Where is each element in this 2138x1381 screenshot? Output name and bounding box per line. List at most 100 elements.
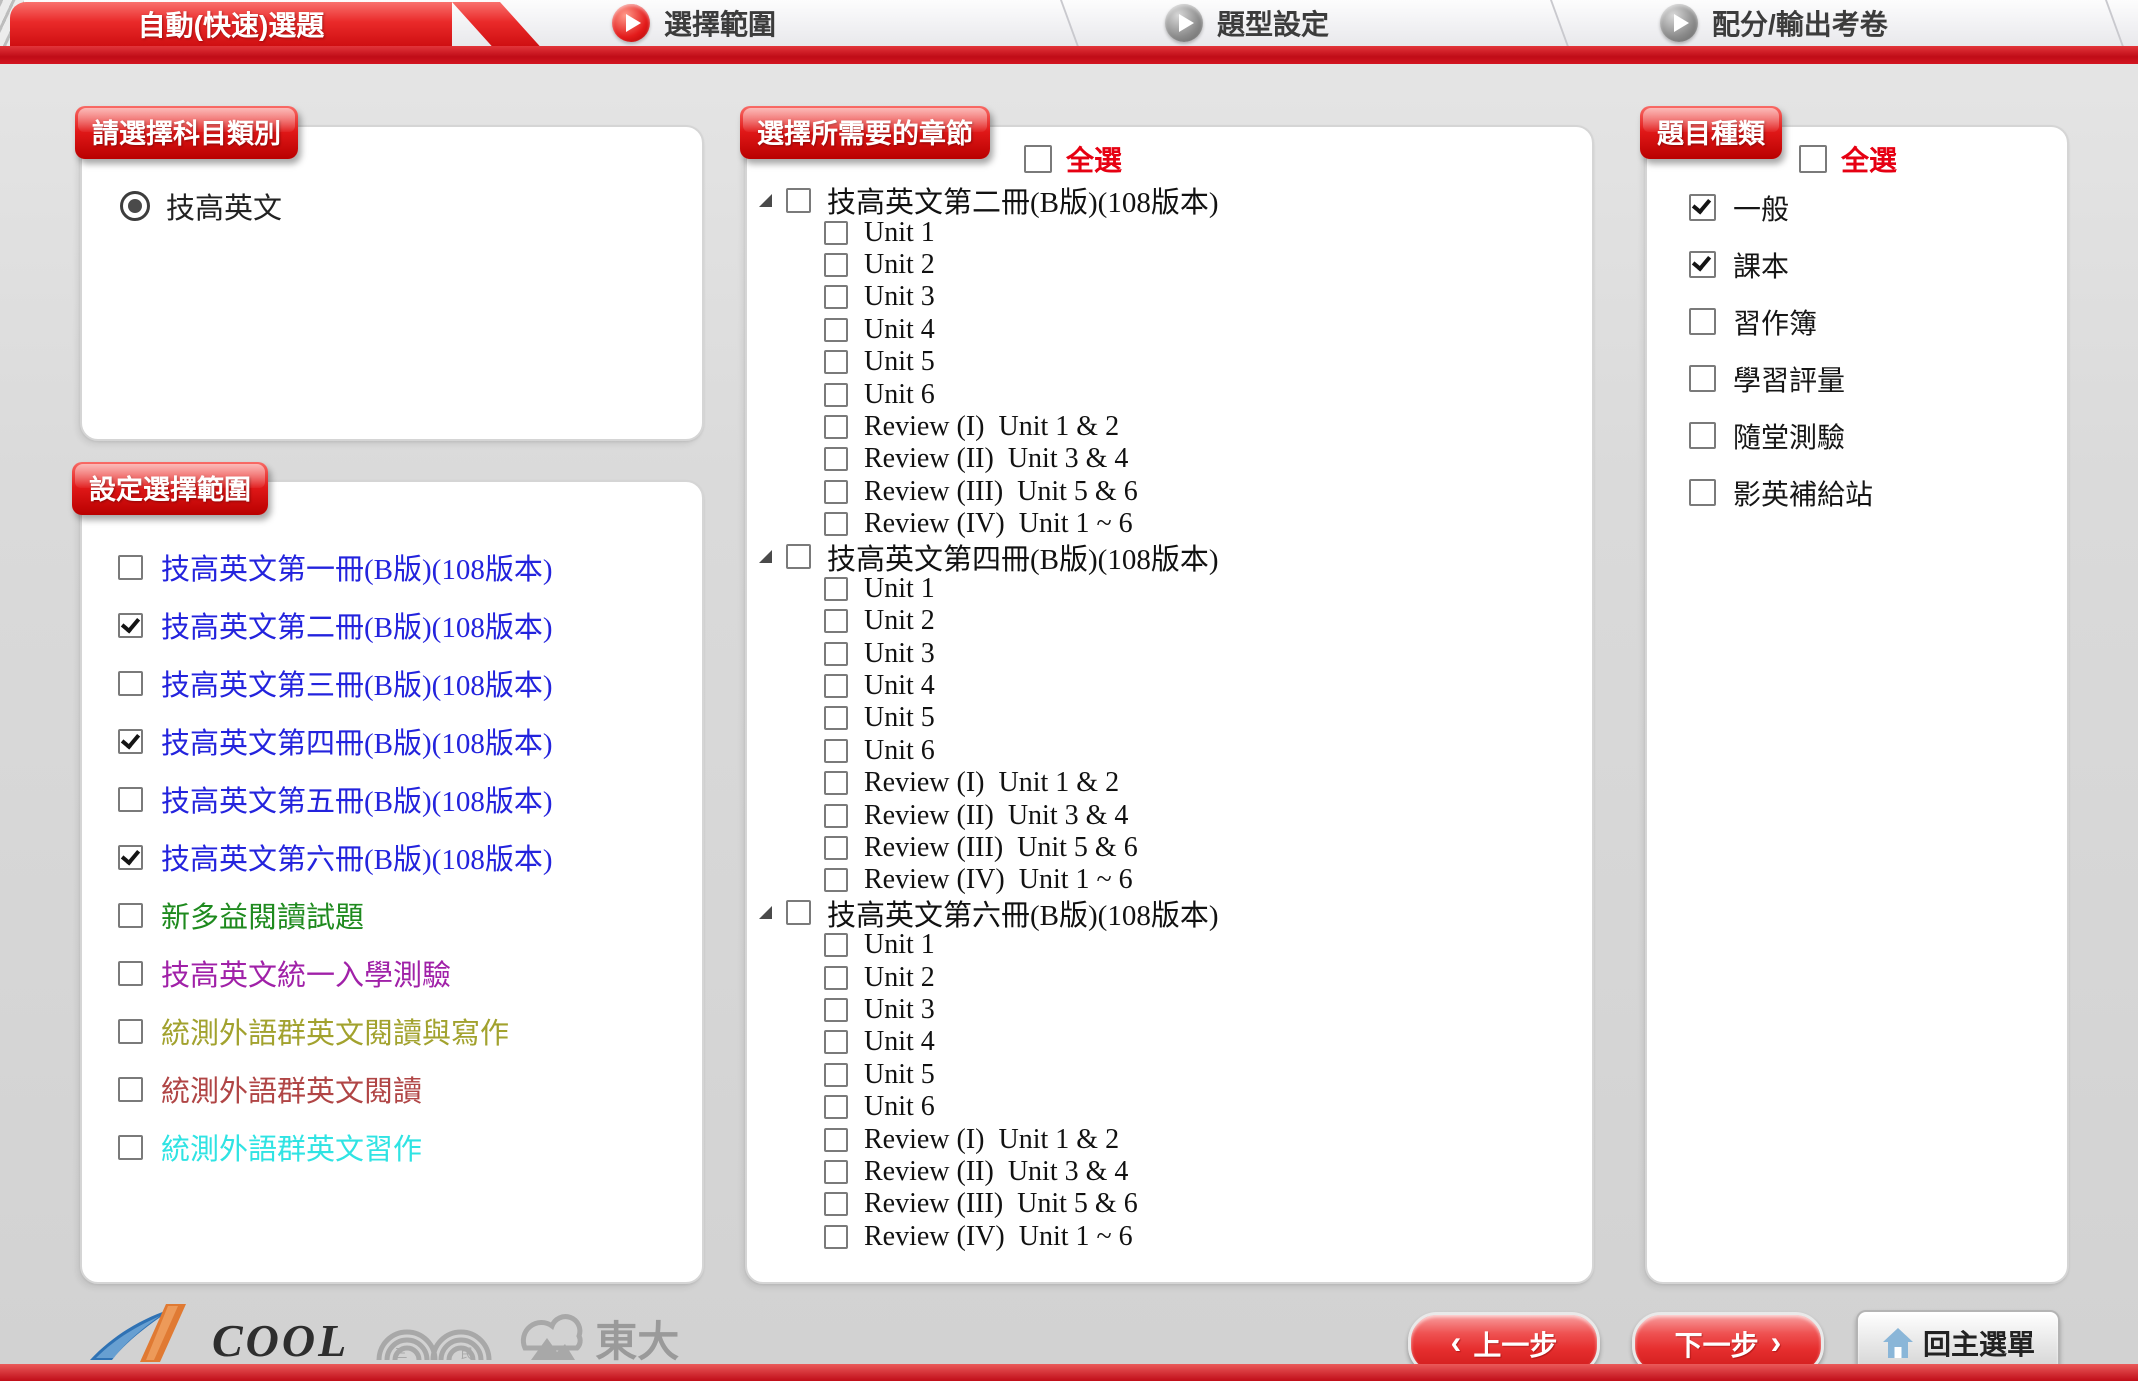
checkbox[interactable] bbox=[824, 577, 848, 601]
checkbox[interactable] bbox=[824, 674, 848, 698]
checkbox[interactable] bbox=[118, 1135, 143, 1160]
type-item[interactable]: 影英補給站 bbox=[1689, 464, 2053, 521]
checkbox[interactable] bbox=[118, 961, 143, 986]
tree-chapter-row[interactable]: Review (II) Unit 3 & 4 bbox=[747, 443, 1578, 475]
tree-chapter-row[interactable]: Unit 2 bbox=[747, 249, 1578, 281]
checkbox[interactable] bbox=[824, 739, 848, 763]
scope-item[interactable]: 統測外語群英文閱讀 bbox=[118, 1060, 682, 1118]
subject-option[interactable]: 技高英文 bbox=[120, 185, 282, 227]
expand-triangle-icon[interactable] bbox=[759, 550, 772, 563]
checkbox[interactable] bbox=[118, 903, 143, 928]
tree-chapter-row[interactable]: Review (II) Unit 3 & 4 bbox=[747, 1156, 1578, 1188]
checkbox[interactable] bbox=[824, 350, 848, 374]
tree-chapter-row[interactable]: Unit 1 bbox=[747, 929, 1578, 961]
tree-chapter-row[interactable]: Unit 3 bbox=[747, 637, 1578, 669]
checkbox[interactable] bbox=[824, 1063, 848, 1087]
checkbox[interactable] bbox=[824, 836, 848, 860]
scope-item[interactable]: 新多益閱讀試題 bbox=[118, 886, 682, 944]
tab-question-type-setting[interactable]: 題型設定 bbox=[1165, 0, 1329, 46]
tree-chapter-row[interactable]: Unit 4 bbox=[747, 1026, 1578, 1058]
checkbox[interactable] bbox=[824, 383, 848, 407]
tree-chapter-row[interactable]: Unit 6 bbox=[747, 1091, 1578, 1123]
checkbox[interactable] bbox=[824, 1160, 848, 1184]
checkbox[interactable] bbox=[824, 1030, 848, 1054]
type-item[interactable]: 一般 bbox=[1689, 179, 2053, 236]
tree-chapter-row[interactable]: Review (III) Unit 5 & 6 bbox=[747, 1188, 1578, 1220]
tree-chapter-row[interactable]: Unit 1 bbox=[747, 216, 1578, 248]
checkbox[interactable] bbox=[118, 1019, 143, 1044]
tree-chapter-row[interactable]: Review (I) Unit 1 & 2 bbox=[747, 411, 1578, 443]
type-select-all[interactable]: 全選 bbox=[1799, 139, 1897, 179]
checkbox[interactable] bbox=[824, 1128, 848, 1152]
tree-book-row[interactable]: 技高英文第四冊(B版)(108版本) bbox=[747, 540, 1578, 572]
radio-button[interactable] bbox=[120, 191, 150, 221]
checkbox[interactable] bbox=[1689, 194, 1716, 221]
tree-chapter-row[interactable]: Unit 2 bbox=[747, 605, 1578, 637]
type-item[interactable]: 習作簿 bbox=[1689, 293, 2053, 350]
checkbox[interactable] bbox=[118, 729, 143, 754]
type-item[interactable]: 隨堂測驗 bbox=[1689, 407, 2053, 464]
tree-chapter-row[interactable]: Review (IV) Unit 1 ~ 6 bbox=[747, 1221, 1578, 1253]
tree-chapter-row[interactable]: Unit 1 bbox=[747, 573, 1578, 605]
checkbox[interactable] bbox=[118, 1077, 143, 1102]
checkbox[interactable] bbox=[1689, 365, 1716, 392]
checkbox[interactable] bbox=[1689, 308, 1716, 335]
chapter-select-all[interactable]: 全選 bbox=[1024, 139, 1122, 179]
checkbox[interactable] bbox=[824, 998, 848, 1022]
checkbox[interactable] bbox=[824, 285, 848, 309]
tab-auto-quick-select[interactable]: 自動(快速)選題 bbox=[10, 2, 452, 46]
tree-chapter-row[interactable]: Unit 5 bbox=[747, 1059, 1578, 1091]
tree-chapter-row[interactable]: Review (I) Unit 1 & 2 bbox=[747, 767, 1578, 799]
scope-item[interactable]: 技高英文第二冊(B版)(108版本) bbox=[118, 596, 682, 654]
checkbox[interactable] bbox=[824, 771, 848, 795]
checkbox[interactable] bbox=[786, 544, 811, 569]
scope-item[interactable]: 技高英文第一冊(B版)(108版本) bbox=[118, 538, 682, 596]
checkbox[interactable] bbox=[1024, 145, 1052, 173]
checkbox[interactable] bbox=[824, 1225, 848, 1249]
tab-select-scope[interactable]: 選擇範圍 bbox=[612, 0, 776, 46]
checkbox[interactable] bbox=[1689, 479, 1716, 506]
checkbox[interactable] bbox=[824, 706, 848, 730]
tree-chapter-row[interactable]: Unit 2 bbox=[747, 961, 1578, 993]
type-item[interactable]: 課本 bbox=[1689, 236, 2053, 293]
checkbox[interactable] bbox=[118, 671, 143, 696]
checkbox[interactable] bbox=[824, 804, 848, 828]
checkbox[interactable] bbox=[824, 253, 848, 277]
tree-chapter-row[interactable]: Unit 4 bbox=[747, 314, 1578, 346]
tree-chapter-row[interactable]: Review (III) Unit 5 & 6 bbox=[747, 832, 1578, 864]
checkbox[interactable] bbox=[1689, 422, 1716, 449]
checkbox[interactable] bbox=[118, 787, 143, 812]
tree-chapter-row[interactable]: Unit 5 bbox=[747, 346, 1578, 378]
checkbox[interactable] bbox=[824, 966, 848, 990]
expand-triangle-icon[interactable] bbox=[759, 906, 772, 919]
checkbox[interactable] bbox=[1799, 145, 1827, 173]
tree-chapter-row[interactable]: Review (I) Unit 1 & 2 bbox=[747, 1123, 1578, 1155]
scope-item[interactable]: 統測外語群英文閱讀與寫作 bbox=[118, 1002, 682, 1060]
checkbox[interactable] bbox=[824, 221, 848, 245]
checkbox[interactable] bbox=[824, 415, 848, 439]
scope-item[interactable]: 技高英文第四冊(B版)(108版本) bbox=[118, 712, 682, 770]
checkbox[interactable] bbox=[824, 512, 848, 536]
checkbox[interactable] bbox=[824, 933, 848, 957]
type-item[interactable]: 學習評量 bbox=[1689, 350, 2053, 407]
scope-item[interactable]: 技高英文第五冊(B版)(108版本) bbox=[118, 770, 682, 828]
scope-item[interactable]: 技高英文統一入學測驗 bbox=[118, 944, 682, 1002]
checkbox[interactable] bbox=[118, 613, 143, 638]
tree-chapter-row[interactable]: Review (III) Unit 5 & 6 bbox=[747, 476, 1578, 508]
tree-chapter-row[interactable]: Unit 4 bbox=[747, 670, 1578, 702]
tab-score-output[interactable]: 配分/輸出考卷 bbox=[1660, 0, 1888, 46]
scope-item[interactable]: 統測外語群英文習作 bbox=[118, 1118, 682, 1176]
checkbox[interactable] bbox=[824, 1095, 848, 1119]
tree-chapter-row[interactable]: Unit 5 bbox=[747, 702, 1578, 734]
checkbox[interactable] bbox=[118, 555, 143, 580]
checkbox[interactable] bbox=[824, 868, 848, 892]
tree-chapter-row[interactable]: Unit 3 bbox=[747, 281, 1578, 313]
checkbox[interactable] bbox=[824, 480, 848, 504]
tree-chapter-row[interactable]: Unit 6 bbox=[747, 735, 1578, 767]
checkbox[interactable] bbox=[786, 188, 811, 213]
tree-book-row[interactable]: 技高英文第六冊(B版)(108版本) bbox=[747, 897, 1578, 929]
tree-book-row[interactable]: 技高英文第二冊(B版)(108版本) bbox=[747, 184, 1578, 216]
checkbox[interactable] bbox=[824, 642, 848, 666]
scope-item[interactable]: 技高英文第三冊(B版)(108版本) bbox=[118, 654, 682, 712]
tree-chapter-row[interactable]: Unit 6 bbox=[747, 378, 1578, 410]
